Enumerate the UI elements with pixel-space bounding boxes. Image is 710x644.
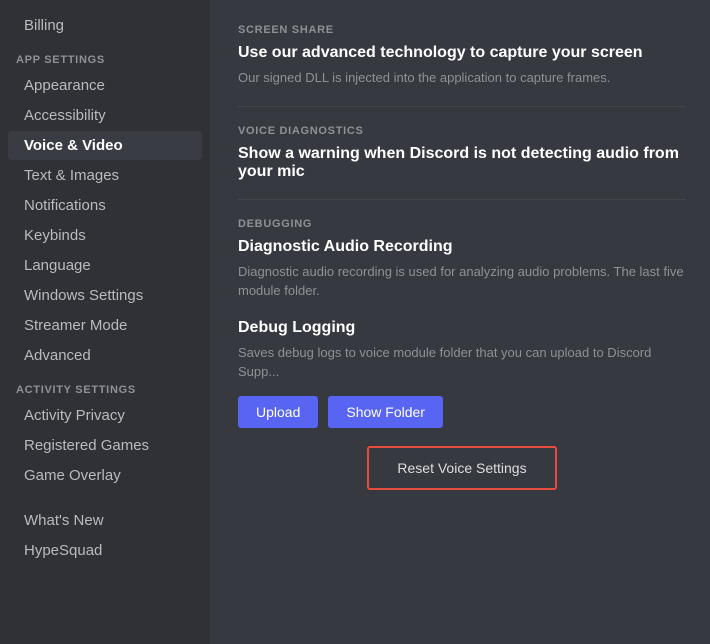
reset-container: Reset Voice Settings bbox=[238, 446, 686, 490]
debugging-section: DEBUGGING Diagnostic Audio Recording Dia… bbox=[238, 218, 686, 490]
sidebar-item-streamer-mode[interactable]: Streamer Mode bbox=[8, 311, 202, 340]
sidebar-item-registered-games[interactable]: Registered Games bbox=[8, 431, 202, 460]
screen-share-desc: Our signed DLL is injected into the appl… bbox=[238, 68, 686, 88]
activity-settings-section-label: ACTIVITY SETTINGS bbox=[0, 376, 210, 400]
upload-button[interactable]: Upload bbox=[238, 396, 318, 428]
sidebar-item-text-images[interactable]: Text & Images bbox=[8, 161, 202, 190]
divider-2 bbox=[238, 199, 686, 200]
sidebar-item-voice-video[interactable]: Voice & Video bbox=[8, 131, 202, 160]
sidebar-item-hypesquad[interactable]: HypeSquad bbox=[8, 536, 202, 565]
action-buttons: Upload Show Folder bbox=[238, 396, 686, 428]
screen-share-label: SCREEN SHARE bbox=[238, 24, 686, 36]
screen-share-title: Use our advanced technology to capture y… bbox=[238, 44, 686, 62]
screen-share-section: SCREEN SHARE Use our advanced technology… bbox=[238, 24, 686, 88]
sidebar-item-appearance[interactable]: Appearance bbox=[8, 71, 202, 100]
app-settings-section-label: APP SETTINGS bbox=[0, 46, 210, 70]
diagnostic-audio-desc: Diagnostic audio recording is used for a… bbox=[238, 262, 686, 301]
sidebar-item-windows-settings[interactable]: Windows Settings bbox=[8, 281, 202, 310]
sidebar-item-billing[interactable]: Billing bbox=[8, 11, 202, 40]
sidebar-item-language[interactable]: Language bbox=[8, 251, 202, 280]
diagnostic-audio-title: Diagnostic Audio Recording bbox=[238, 238, 686, 256]
divider-1 bbox=[238, 106, 686, 107]
sidebar-item-accessibility[interactable]: Accessibility bbox=[8, 101, 202, 130]
debug-logging-desc: Saves debug logs to voice module folder … bbox=[238, 343, 686, 382]
sidebar-item-game-overlay[interactable]: Game Overlay bbox=[8, 461, 202, 490]
debug-logging-block: Debug Logging Saves debug logs to voice … bbox=[238, 319, 686, 382]
main-content: SCREEN SHARE Use our advanced technology… bbox=[210, 0, 710, 644]
reset-voice-settings-button[interactable]: Reset Voice Settings bbox=[367, 446, 556, 490]
sidebar-item-notifications[interactable]: Notifications bbox=[8, 191, 202, 220]
sidebar-item-activity-privacy[interactable]: Activity Privacy bbox=[8, 401, 202, 430]
debugging-label: DEBUGGING bbox=[238, 218, 686, 230]
sidebar: Billing APP SETTINGS Appearance Accessib… bbox=[0, 0, 210, 644]
voice-diagnostics-label: VOICE DIAGNOSTICS bbox=[238, 125, 686, 137]
sidebar-item-keybinds[interactable]: Keybinds bbox=[8, 221, 202, 250]
debug-logging-title: Debug Logging bbox=[238, 319, 686, 337]
show-folder-button[interactable]: Show Folder bbox=[328, 396, 443, 428]
sidebar-item-whats-new[interactable]: What's New bbox=[8, 506, 202, 535]
voice-diagnostics-section: VOICE DIAGNOSTICS Show a warning when Di… bbox=[238, 125, 686, 181]
sidebar-item-advanced[interactable]: Advanced bbox=[8, 341, 202, 370]
voice-diagnostics-title: Show a warning when Discord is not detec… bbox=[238, 145, 686, 181]
